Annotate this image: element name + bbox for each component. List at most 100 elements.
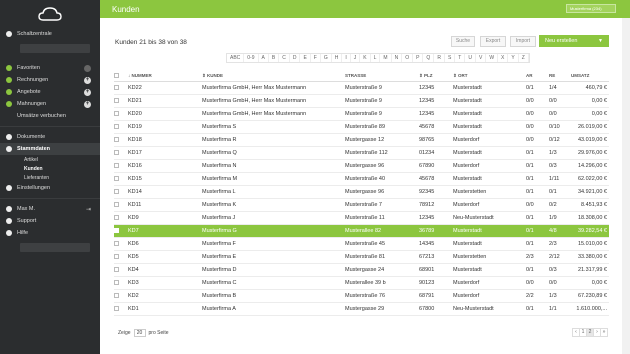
alpha-filter-22[interactable]: U bbox=[465, 54, 476, 62]
alpha-filter-18[interactable]: Q bbox=[423, 54, 435, 62]
col-ort[interactable]: ⇕ ORT bbox=[453, 71, 526, 82]
new-customer-button[interactable]: Neu erstellen ▼ bbox=[539, 35, 609, 47]
table-row[interactable]: KD20 Musterfirma GmbH, Herr Max Musterman… bbox=[114, 107, 609, 121]
row-checkbox[interactable] bbox=[114, 292, 119, 298]
table-row[interactable]: KD9 Musterfirma J Musterstraße 11 12345 Neu-… bbox=[114, 211, 609, 225]
sidebar-item-stammdaten[interactable]: Stammdaten bbox=[0, 143, 100, 155]
sidebar-item-schaltzentrale[interactable]: Schaltzentrale bbox=[0, 28, 100, 40]
alpha-filter-13[interactable]: L bbox=[371, 54, 381, 62]
import-button[interactable]: Import bbox=[510, 36, 536, 47]
alpha-filter-14[interactable]: M bbox=[380, 54, 392, 62]
row-checkbox[interactable] bbox=[114, 188, 119, 194]
table-row[interactable]: KD14 Musterfirma L Mustergasse 96 92345 Must… bbox=[114, 185, 609, 199]
col-plz[interactable]: ⇕ PLZ bbox=[419, 71, 453, 82]
sidebar-item-umsaetze[interactable]: Umsätze verbuchen bbox=[0, 110, 100, 122]
alpha-filter-23[interactable]: V bbox=[476, 54, 487, 62]
per-page-input[interactable]: 20 bbox=[133, 329, 146, 337]
alpha-filter-26[interactable]: Y bbox=[508, 54, 519, 62]
alpha-filter-17[interactable]: P bbox=[413, 54, 424, 62]
sidebar-item-support[interactable]: Support bbox=[0, 215, 100, 227]
table-row[interactable]: KD21 Musterfirma GmbH, Herr Max Musterman… bbox=[114, 94, 609, 108]
page-button[interactable]: » bbox=[600, 328, 608, 337]
alpha-filter-25[interactable]: X bbox=[498, 54, 509, 62]
alpha-filter-10[interactable]: I bbox=[342, 54, 351, 62]
alpha-filter-4[interactable]: C bbox=[279, 54, 290, 62]
sidebar-item-dokumente[interactable]: Dokumente bbox=[0, 131, 100, 143]
sidebar-item-rechnungen[interactable]: Rechnungen + bbox=[0, 74, 100, 86]
add-rechnung-icon[interactable]: + bbox=[84, 76, 91, 84]
row-checkbox[interactable] bbox=[114, 97, 119, 103]
col-nummer[interactable]: ↓ NUMMER bbox=[128, 71, 202, 82]
alpha-filter-19[interactable]: R bbox=[434, 54, 445, 62]
alpha-filter-27[interactable]: Z bbox=[519, 54, 529, 62]
search-button[interactable]: Suche bbox=[451, 36, 475, 47]
sidebar-item-hilfe[interactable]: Hilfe bbox=[0, 227, 100, 239]
table-row[interactable]: KD1 Musterfirma A Mustergasse 29 67800 Neu-M… bbox=[114, 302, 609, 316]
sidebar-bottom-box[interactable] bbox=[20, 243, 90, 252]
sidebar-item-angebote[interactable]: Angebote + bbox=[0, 86, 100, 98]
alpha-filter-8[interactable]: G bbox=[321, 54, 332, 62]
settings-icon[interactable]: · bbox=[84, 64, 91, 72]
sidebar-search-box[interactable] bbox=[20, 44, 90, 53]
row-checkbox[interactable] bbox=[114, 253, 119, 259]
col-re[interactable]: RE bbox=[549, 71, 571, 82]
alpha-filter-12[interactable]: K bbox=[360, 54, 371, 62]
alpha-filter-1[interactable]: 0-9 bbox=[244, 54, 259, 62]
table-row[interactable]: KD19 Musterfirma S Musterstraße 89 45678 Mus… bbox=[114, 120, 609, 134]
col-umsatz[interactable]: UMSATZ bbox=[571, 71, 609, 82]
alpha-filter-24[interactable]: W bbox=[486, 54, 499, 62]
scrollbar[interactable] bbox=[622, 18, 630, 354]
row-checkbox[interactable] bbox=[114, 201, 119, 207]
table-row[interactable]: KD3 Musterfirma C Musterallee 39 b 90123 Mus… bbox=[114, 276, 609, 290]
alpha-filter-2[interactable]: A bbox=[259, 54, 269, 62]
select-all-checkbox[interactable] bbox=[114, 73, 119, 79]
row-checkbox[interactable] bbox=[114, 214, 119, 220]
alpha-filter-20[interactable]: S bbox=[445, 54, 456, 62]
table-row[interactable]: KD22 Musterfirma GmbH, Herr Max Musterman… bbox=[114, 81, 609, 95]
alpha-filter-16[interactable]: O bbox=[402, 54, 414, 62]
alpha-filter-0[interactable]: ABC bbox=[227, 54, 245, 62]
row-checkbox[interactable] bbox=[114, 266, 119, 272]
table-row[interactable]: KD7 Musterfirma G Musterallee 82 36789 Muste… bbox=[114, 224, 609, 238]
row-checkbox[interactable] bbox=[114, 136, 119, 142]
sidebar-item-einstellungen[interactable]: Einstellungen bbox=[0, 182, 100, 194]
row-checkbox[interactable] bbox=[114, 123, 119, 129]
table-row[interactable]: KD15 Musterfirma M Musterstraße 40 45678 Mus… bbox=[114, 172, 609, 186]
alpha-filter-11[interactable]: J bbox=[351, 54, 361, 62]
sidebar-subitem-lieferanten[interactable]: Lieferanten bbox=[0, 173, 100, 182]
table-row[interactable]: KD11 Musterfirma K Musterstraße 7 78912 Must… bbox=[114, 198, 609, 212]
sidebar-item-mahnungen[interactable]: Mahnungen + bbox=[0, 98, 100, 110]
sidebar-item-favoriten[interactable]: Favoriten · bbox=[0, 62, 100, 74]
alpha-filter-21[interactable]: T bbox=[455, 54, 466, 62]
alpha-filter-5[interactable]: D bbox=[290, 54, 301, 62]
col-ar[interactable]: AR bbox=[526, 71, 549, 82]
col-kunde[interactable]: ⇕ KUNDE bbox=[202, 71, 345, 82]
table-row[interactable]: KD17 Musterfirma Q Musterstraße 112 01234 Mu… bbox=[114, 146, 609, 160]
alpha-filter-7[interactable]: F bbox=[311, 54, 321, 62]
sidebar-item-user[interactable]: Max M. ⇥ bbox=[0, 203, 100, 215]
sidebar-subitem-kunden[interactable]: Kunden bbox=[0, 164, 100, 173]
alpha-filter-15[interactable]: N bbox=[392, 54, 403, 62]
table-row[interactable]: KD4 Musterfirma D Mustergasse 24 68901 Muste… bbox=[114, 263, 609, 277]
alpha-filter-6[interactable]: E bbox=[300, 54, 311, 62]
row-checkbox[interactable] bbox=[114, 240, 119, 246]
logout-icon[interactable]: ⇥ bbox=[86, 206, 91, 213]
row-checkbox[interactable] bbox=[114, 227, 119, 233]
table-row[interactable]: KD18 Musterfirma R Mustergasse 12 98765 Must… bbox=[114, 133, 609, 147]
table-row[interactable]: KD16 Musterfirma N Mustergasse 96 67890 Must… bbox=[114, 159, 609, 173]
table-row[interactable]: KD2 Musterfirma B Musterstraße 76 68791 Must… bbox=[114, 289, 609, 303]
add-angebot-icon[interactable]: + bbox=[84, 88, 91, 96]
row-checkbox[interactable] bbox=[114, 84, 119, 90]
sidebar-subitem-artikel[interactable]: Artikel bbox=[0, 155, 100, 164]
add-mahnung-icon[interactable]: + bbox=[84, 100, 91, 108]
company-select[interactable]: Musterfirma (234) bbox=[566, 4, 616, 13]
row-checkbox[interactable] bbox=[114, 110, 119, 116]
row-checkbox[interactable] bbox=[114, 162, 119, 168]
row-checkbox[interactable] bbox=[114, 149, 119, 155]
export-button[interactable]: Export bbox=[480, 36, 506, 47]
col-strasse[interactable]: STRASSE bbox=[345, 71, 419, 82]
table-row[interactable]: KD5 Musterfirma E Musterstraße 81 67213 Must… bbox=[114, 250, 609, 264]
alpha-filter-3[interactable]: B bbox=[269, 54, 280, 62]
alpha-filter-9[interactable]: H bbox=[332, 54, 343, 62]
row-checkbox[interactable] bbox=[114, 305, 119, 311]
